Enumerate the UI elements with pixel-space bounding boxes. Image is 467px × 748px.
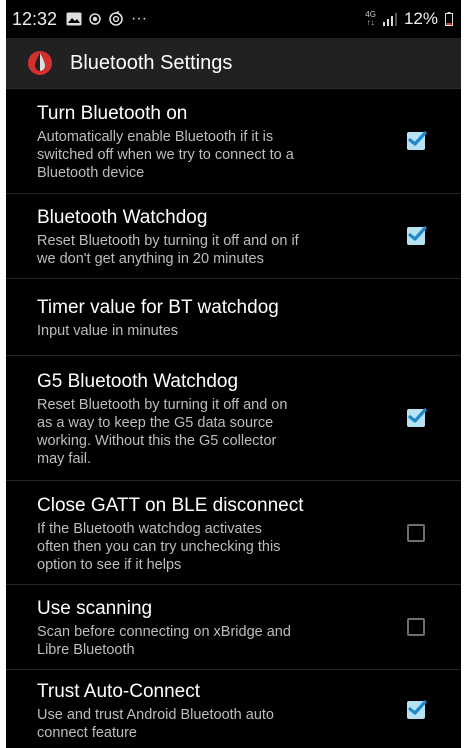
pref-text: Timer value for BT watchdog Input value … [37,286,445,348]
battery-icon [445,12,453,26]
pref-summary: Scan before connecting on xBridge and Li… [37,624,291,658]
battery-percent: 12% [403,9,438,28]
phone-screen: 12:32 ··· 4G ↑↓ 12% Bluetooth Settings T… [6,0,461,748]
pref-summary: Automatically enable Bluetooth if it is … [37,129,294,181]
pref-text: G5 Bluetooth Watchdog Reset Bluetooth by… [37,360,393,476]
pref-title: Turn Bluetooth on [37,103,188,124]
record-icon [89,13,101,25]
pref-text: Close GATT on BLE disconnect If the Blue… [37,484,393,582]
pref-text: Trust Auto-Connect Use and trust Android… [37,670,393,748]
pref-text: Bluetooth Watchdog Reset Bluetooth by tu… [37,196,393,276]
turn-bluetooth-on-checkbox[interactable] [407,131,427,150]
pref-close-gatt[interactable]: Close GATT on BLE disconnect If the Blue… [6,481,461,585]
pref-summary: If the Bluetooth watchdog activates ofte… [37,520,281,573]
pref-text: Use scanning Scan before connecting on x… [37,587,393,667]
use-scanning-checkbox[interactable] [407,618,425,636]
pref-summary: Reset Bluetooth by turning it off and on… [37,397,288,467]
status-bar: 12:32 ··· 4G ↑↓ 12% [6,0,461,38]
pref-turn-bluetooth-on[interactable]: Turn Bluetooth on Automatically enable B… [6,89,461,194]
pref-text: Turn Bluetooth on Automatically enable B… [37,92,393,190]
signal-icon [382,12,397,26]
pref-title: Close GATT on BLE disconnect [37,494,304,516]
network-type-icon: 4G ↑↓ [365,11,376,27]
pref-summary: Use and trust Android Bluetooth auto con… [37,707,274,741]
pref-g5-bluetooth-watchdog[interactable]: G5 Bluetooth Watchdog Reset Bluetooth by… [6,356,461,481]
close-gatt-checkbox[interactable] [407,523,425,542]
checkmark-icon [408,700,427,715]
pref-trust-auto-connect[interactable]: Trust Auto-Connect Use and trust Android… [6,670,461,748]
status-time: 12:32 [12,8,58,29]
sync-icon [108,11,124,27]
xdrip-drop-icon [26,49,54,77]
pref-summary: Reset Bluetooth by turning it off and on… [37,233,299,267]
status-right: 4G ↑↓ 12% [365,9,453,29]
checkmark-icon [408,408,427,423]
network-activity-label: ↑↓ [366,18,375,27]
pref-title: Bluetooth Watchdog [37,207,208,228]
pref-timer-bt-watchdog[interactable]: Timer value for BT watchdog Input value … [6,279,461,356]
pref-title: Trust Auto-Connect [37,681,200,702]
pref-title: Timer value for BT watchdog [37,297,279,318]
checkmark-icon [408,131,427,146]
g5-bluetooth-watchdog-checkbox[interactable] [407,408,427,427]
pref-summary: Input value in minutes [37,323,179,339]
bluetooth-watchdog-checkbox[interactable] [407,226,427,245]
action-bar: Bluetooth Settings [6,38,461,89]
pref-bluetooth-watchdog[interactable]: Bluetooth Watchdog Reset Bluetooth by tu… [6,194,461,279]
pref-use-scanning[interactable]: Use scanning Scan before connecting on x… [6,585,461,670]
status-left: 12:32 ··· [12,9,147,30]
preference-list: Turn Bluetooth on Automatically enable B… [6,89,461,748]
checkmark-icon [408,226,427,241]
trust-auto-connect-checkbox[interactable] [407,700,427,719]
more-notifications-icon: ··· [131,10,148,27]
pref-title: Use scanning [37,598,153,619]
pref-title: G5 Bluetooth Watchdog [37,371,239,392]
gallery-icon [66,12,82,26]
page-title: Bluetooth Settings [70,51,233,74]
